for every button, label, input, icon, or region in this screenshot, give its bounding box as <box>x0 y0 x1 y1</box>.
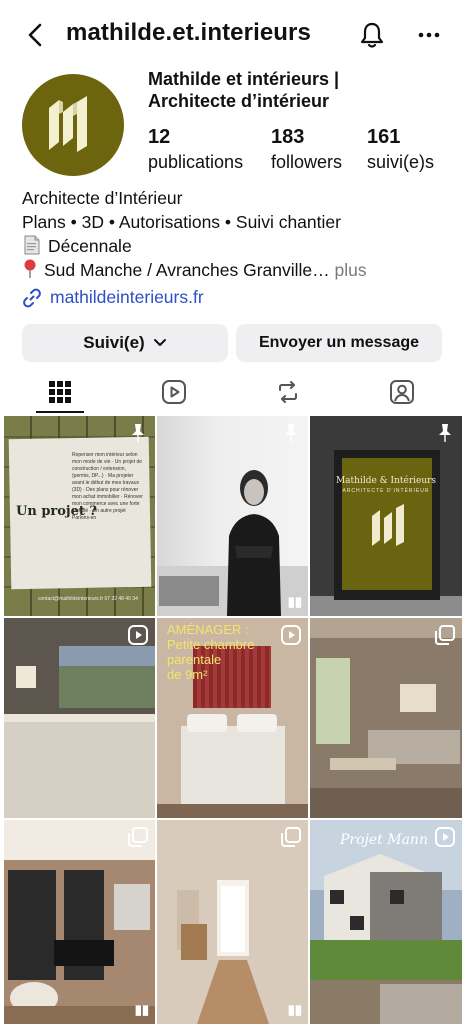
living-room-render <box>310 618 462 818</box>
map-pin-emoji-icon <box>24 259 36 278</box>
reposts-icon <box>279 381 297 403</box>
brand-logo-icon <box>49 96 87 152</box>
brand-watermark-icon: ▮▮ <box>287 1002 302 1017</box>
avatar[interactable] <box>22 74 124 176</box>
send-message-button[interactable]: Envoyer un message <box>236 324 442 362</box>
profile-bio: Architecte d’Intérieur Plans • 3D • Auto… <box>22 186 452 282</box>
display-name-line1: Mathilde et intérieurs | <box>148 69 340 89</box>
post-thumbnail[interactable]: Un projet ? Repenser mon intérieur selon… <box>4 416 155 616</box>
post-thumbnail[interactable]: AMÉNAGER : Petite chambre parentale de 9… <box>157 618 308 818</box>
bio-line: Plans • 3D • Autorisations • Suivi chant… <box>22 212 341 232</box>
tab-reposts[interactable] <box>258 370 318 414</box>
billboard-photo <box>310 416 462 616</box>
following-label: Suivi(e) <box>83 333 145 352</box>
website-link[interactable]: mathildeinterieurs.fr <box>22 287 204 308</box>
bio-line: Décennale <box>22 234 452 258</box>
bio-line: Sud Manche / Avranches Granville… plus <box>22 258 452 282</box>
multi-post-icon <box>281 827 301 847</box>
reel-icon <box>435 827 455 847</box>
stat-label: followers <box>271 152 343 172</box>
reel-icon <box>128 625 148 645</box>
house-render <box>310 820 462 1024</box>
send-message-label: Envoyer un message <box>258 334 420 351</box>
website-text: mathildeinterieurs.fr <box>50 287 204 307</box>
multi-post-icon <box>435 625 455 645</box>
tagged-icon <box>390 380 414 404</box>
profile-tabs <box>0 370 466 414</box>
tab-reels[interactable] <box>144 370 204 414</box>
pin-icon <box>285 424 297 442</box>
stat-value: 161 <box>367 126 401 148</box>
tab-grid[interactable] <box>30 370 90 414</box>
display-name-line2: Architecte d’intérieur <box>148 91 330 111</box>
stat-value: 183 <box>271 126 305 148</box>
post-thumbnail[interactable]: Mathilde & Intérieurs ARCHITECTE D’INTÉR… <box>310 416 462 616</box>
interior-render <box>4 618 155 818</box>
following-button[interactable]: Suivi(e) <box>22 324 228 362</box>
chevron-down-icon <box>153 339 166 346</box>
library-render <box>4 820 155 1024</box>
bell-icon[interactable] <box>358 20 386 50</box>
bio-text: Sud Manche / Avranches Granville… <box>44 260 330 280</box>
posts-grid: Un projet ? Repenser mon intérieur selon… <box>4 416 462 1024</box>
poster-subtitle: ARCHITECTE D’INTÉRIEUR <box>342 488 430 494</box>
reel-icon <box>281 625 301 645</box>
top-bar: mathilde.et.interieurs <box>0 0 466 70</box>
bio-more-link[interactable]: plus <box>330 260 367 280</box>
chevron-left-icon[interactable] <box>22 20 50 50</box>
post-overlay-text: AMÉNAGER : Petite chambre parentale de 9… <box>167 622 254 682</box>
post-thumbnail[interactable] <box>310 618 462 818</box>
profile-username: mathilde.et.interieurs <box>66 19 311 46</box>
post-thumbnail[interactable]: ▮▮ <box>157 820 308 1024</box>
pin-icon <box>132 424 144 442</box>
document-emoji-icon <box>24 235 40 255</box>
profile-display-name: Mathilde et intérieurs | Architecte d’in… <box>148 68 448 112</box>
post-thumbnail[interactable]: ▮▮ <box>4 820 155 1024</box>
bio-text: Décennale <box>48 236 132 256</box>
portrait-photo <box>157 470 308 616</box>
overlay-line: Petite chambre <box>167 637 255 652</box>
grid-icon <box>49 381 71 403</box>
poster-title: Mathilde & Intérieurs <box>335 476 437 486</box>
stat-followers[interactable]: 183 followers <box>271 127 342 175</box>
stat-label: suivi(e)s <box>367 152 435 172</box>
multi-post-icon <box>128 827 148 847</box>
overlay-line: parentale <box>167 652 222 667</box>
overlay-line: de 9m² <box>167 667 208 682</box>
stat-following[interactable]: 161 suivi(e)s <box>367 127 434 175</box>
hallway-render <box>157 820 308 1024</box>
bio-line: Architecte d’Intérieur <box>22 188 183 208</box>
post-text: Repenser mon intérieur selon mon mode de… <box>72 452 143 521</box>
more-horizontal-icon[interactable] <box>414 20 444 50</box>
post-thumbnail[interactable]: Projet Mann <box>310 820 462 1024</box>
pin-icon <box>439 424 451 442</box>
tab-tagged[interactable] <box>372 370 432 414</box>
post-footer: contact@mathildeinterieurs.fr 07 32 48 4… <box>38 596 138 602</box>
post-thumbnail[interactable]: ▮▮ <box>157 416 308 616</box>
reels-icon <box>162 380 186 404</box>
brand-watermark-icon: ▮▮ <box>287 594 302 609</box>
stat-value: 12 <box>148 126 171 148</box>
stat-label: publications <box>148 152 244 172</box>
stat-publications[interactable]: 12 publications <box>148 127 243 175</box>
post-thumbnail[interactable] <box>4 618 155 818</box>
active-tab-indicator <box>36 411 84 413</box>
brand-watermark-icon: ▮▮ <box>134 1002 149 1017</box>
link-icon <box>23 288 41 307</box>
post-overlay-text: Projet Mann <box>340 832 428 848</box>
overlay-line: AMÉNAGER : <box>167 622 249 637</box>
